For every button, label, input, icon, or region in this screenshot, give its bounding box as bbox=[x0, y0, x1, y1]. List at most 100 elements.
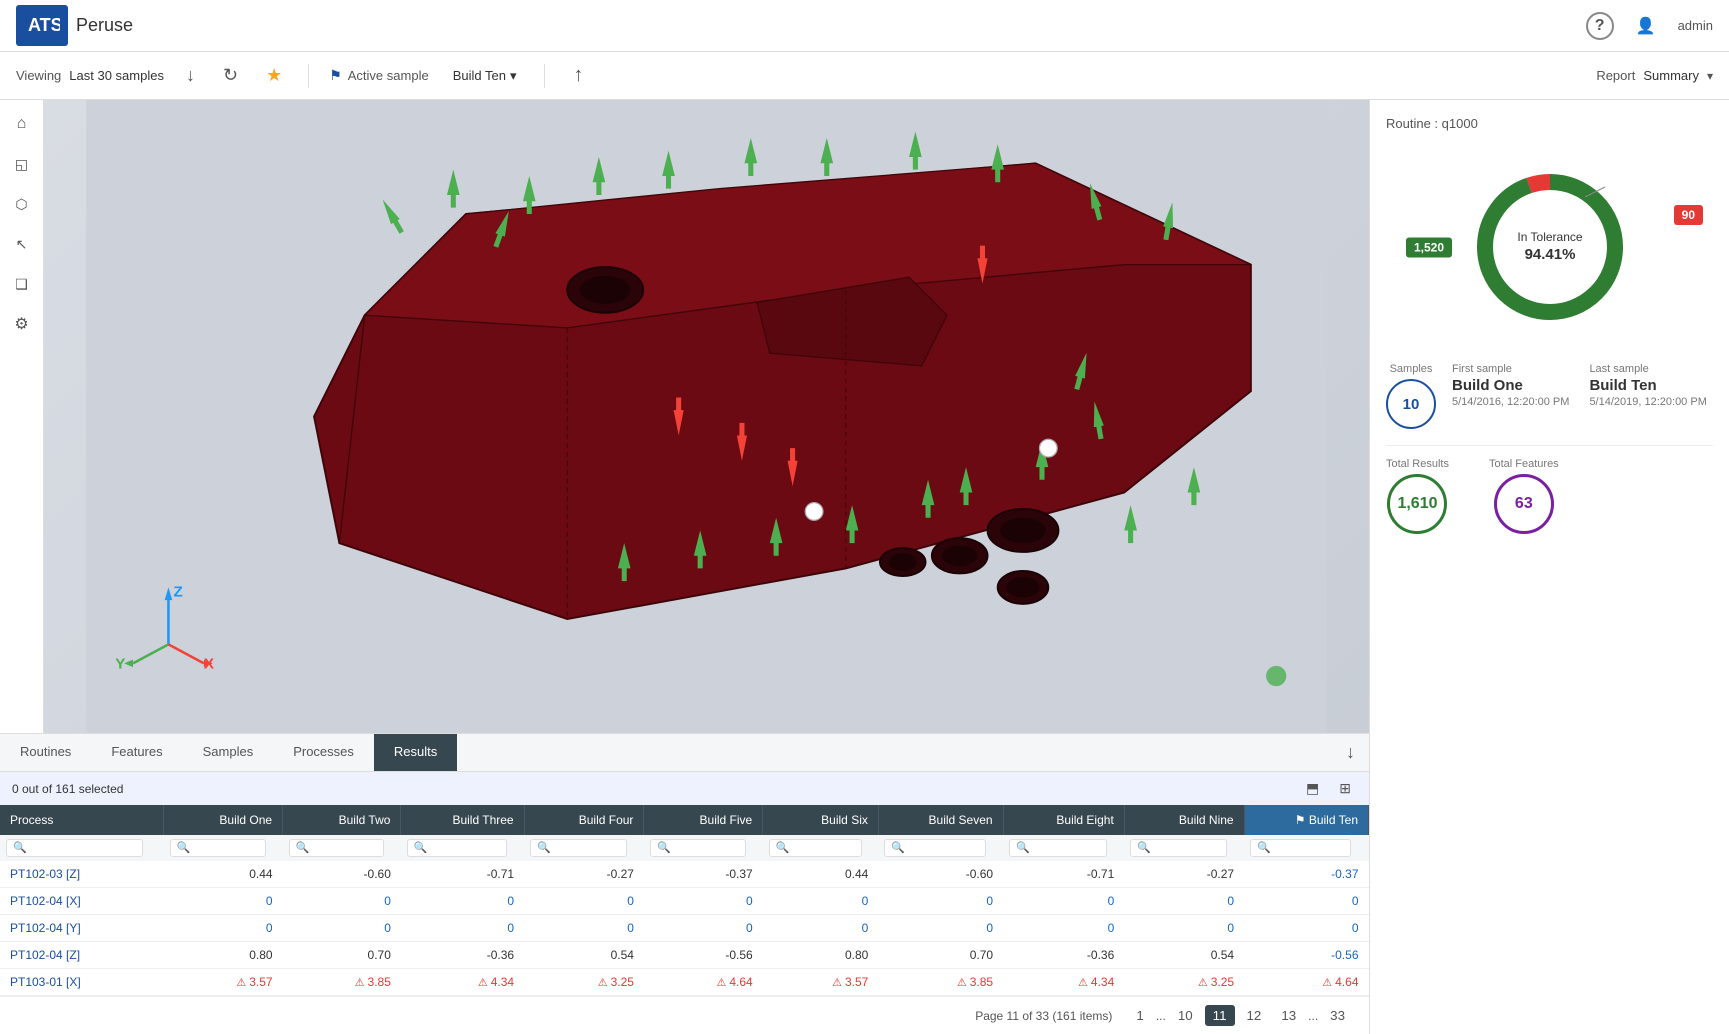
error-cell: ⚠4.64 bbox=[1254, 975, 1358, 989]
b8-search[interactable] bbox=[1009, 839, 1107, 857]
total-features-circle: 63 bbox=[1494, 474, 1554, 534]
viewing-value: Last 30 samples bbox=[69, 68, 164, 83]
cell-b6: ⚠3.57 bbox=[763, 969, 879, 996]
page-10-button[interactable]: 10 bbox=[1170, 1005, 1201, 1026]
logo-box: ATS bbox=[16, 5, 68, 46]
table-row: PT102-04 [Z] 0.80 0.70 -0.36 0.54 -0.56 … bbox=[0, 942, 1369, 969]
cell-b6: 0.44 bbox=[763, 861, 879, 888]
b5-search[interactable] bbox=[650, 839, 746, 857]
b1-search[interactable] bbox=[170, 839, 266, 857]
last-sample-stat: Last sample Build Ten 5/14/2019, 12:20:0… bbox=[1589, 363, 1706, 408]
cell-b4: 0 bbox=[524, 915, 644, 942]
home-view-button[interactable]: ⌂ bbox=[6, 108, 38, 140]
error-icon: ⚠ bbox=[236, 976, 246, 989]
cell-b8: -0.71 bbox=[1003, 861, 1124, 888]
measure-button[interactable]: ◱ bbox=[6, 148, 38, 180]
donut-svg: In Tolerance 94.41% bbox=[1470, 167, 1630, 327]
page-33-button[interactable]: 33 bbox=[1322, 1005, 1353, 1026]
viewing-label: Viewing bbox=[16, 68, 61, 83]
col-build-three: Build Three bbox=[401, 805, 524, 835]
b7-search[interactable] bbox=[884, 839, 985, 857]
total-results-item: Total Results 1,610 bbox=[1386, 458, 1449, 534]
b4-search[interactable] bbox=[530, 839, 627, 857]
copy-button[interactable]: ❑ bbox=[6, 268, 38, 300]
svg-text:X: X bbox=[204, 655, 214, 672]
total-results-label: Total Results bbox=[1386, 458, 1449, 470]
cell-b9: 0 bbox=[1124, 888, 1244, 915]
b6-search[interactable] bbox=[769, 839, 862, 857]
routine-label: Routine : q1000 bbox=[1386, 116, 1713, 131]
side-toolbar: ⌂ ◱ ⬡ ↖ ❑ ⚙ bbox=[0, 100, 44, 733]
tab-features[interactable]: Features bbox=[91, 734, 182, 771]
results-table: Process Build One Build Two Build Three … bbox=[0, 805, 1369, 996]
error-icon: ⚠ bbox=[957, 976, 967, 989]
page-1-button[interactable]: 1 bbox=[1128, 1005, 1151, 1026]
cell-b4: ⚠3.25 bbox=[524, 969, 644, 996]
toolbar-divider-2 bbox=[544, 64, 545, 88]
table-download-button[interactable]: ↓ bbox=[1340, 740, 1361, 765]
col-build-nine: Build Nine bbox=[1124, 805, 1244, 835]
b9-search[interactable] bbox=[1130, 839, 1227, 857]
upload-button[interactable]: ↑ bbox=[573, 64, 583, 87]
refresh-button[interactable]: ↻ bbox=[217, 63, 244, 88]
first-sample-date: 5/14/2016, 12:20:00 PM bbox=[1452, 396, 1569, 408]
error-icon: ⚠ bbox=[355, 976, 365, 989]
grid-button[interactable]: ⊞ bbox=[1333, 778, 1357, 799]
cell-b3: -0.71 bbox=[401, 861, 524, 888]
table-row: PT102-04 [X] 0 0 0 0 0 0 0 0 0 0 bbox=[0, 888, 1369, 915]
cell-b6: 0 bbox=[763, 915, 879, 942]
cell-b1: 0 bbox=[164, 888, 283, 915]
help-button[interactable]: ? bbox=[1586, 12, 1614, 40]
cell-process: PT102-04 [X] bbox=[0, 888, 164, 915]
cell-b7: 0 bbox=[878, 888, 1003, 915]
b2-search[interactable] bbox=[289, 839, 385, 857]
b10-search[interactable] bbox=[1250, 839, 1351, 857]
star-button[interactable]: ★ bbox=[260, 63, 288, 88]
cell-b8: 0 bbox=[1003, 888, 1124, 915]
report-section: Report Summary ▾ bbox=[1596, 68, 1713, 83]
error-cell: ⚠3.25 bbox=[1134, 975, 1234, 989]
process-search[interactable] bbox=[6, 839, 143, 857]
download-button[interactable]: ↓ bbox=[180, 63, 201, 88]
page-12-button[interactable]: 12 bbox=[1239, 1005, 1270, 1026]
error-icon: ⚠ bbox=[1198, 976, 1208, 989]
tab-samples[interactable]: Samples bbox=[183, 734, 274, 771]
b3-search[interactable] bbox=[407, 839, 507, 857]
cell-b4: 0 bbox=[524, 888, 644, 915]
user-button[interactable]: 👤 bbox=[1630, 14, 1662, 38]
col-build-two: Build Two bbox=[283, 805, 401, 835]
svg-text:ATS: ATS bbox=[28, 15, 60, 35]
cell-b9: 0.54 bbox=[1124, 942, 1244, 969]
cube-button[interactable]: ⬡ bbox=[6, 188, 38, 220]
error-cell: ⚠3.57 bbox=[174, 975, 273, 989]
error-icon: ⚠ bbox=[478, 976, 488, 989]
page-13-button[interactable]: 13 bbox=[1273, 1005, 1304, 1026]
page-11-button[interactable]: 11 bbox=[1205, 1005, 1235, 1026]
cell-b4: 0.54 bbox=[524, 942, 644, 969]
cursor-button[interactable]: ↖ bbox=[6, 228, 38, 260]
3d-model-svg: Z Y X bbox=[44, 100, 1369, 733]
tab-processes[interactable]: Processes bbox=[273, 734, 374, 771]
table-status: 0 out of 161 selected ⬒ ⊞ bbox=[0, 772, 1369, 805]
green-count: 1,520 bbox=[1406, 238, 1452, 258]
toolbar: Viewing Last 30 samples ↓ ↻ ★ ⚑ Active s… bbox=[0, 52, 1729, 100]
export-button[interactable]: ⬒ bbox=[1300, 778, 1325, 799]
toolbar-divider-1 bbox=[308, 64, 309, 88]
last-sample-name: Build Ten bbox=[1589, 377, 1706, 394]
cell-b1: ⚠3.57 bbox=[164, 969, 283, 996]
svg-text:Y: Y bbox=[115, 655, 125, 672]
viewport-area: ⌂ ◱ ⬡ ↖ ❑ ⚙ bbox=[0, 100, 1369, 1034]
tab-results[interactable]: Results bbox=[374, 734, 457, 771]
table-body: PT102-03 [Z] 0.44 -0.60 -0.71 -0.27 -0.3… bbox=[0, 861, 1369, 996]
cell-b9: ⚠3.25 bbox=[1124, 969, 1244, 996]
build-select[interactable]: Build Ten ▾ bbox=[445, 64, 525, 88]
table-row: PT102-04 [Y] 0 0 0 0 0 0 0 0 0 0 bbox=[0, 915, 1369, 942]
ellipsis-1: ... bbox=[1156, 1009, 1166, 1023]
settings-button[interactable]: ⚙ bbox=[6, 308, 38, 340]
cell-b9: 0 bbox=[1124, 915, 1244, 942]
tab-routines[interactable]: Routines bbox=[0, 734, 91, 771]
total-features-item: Total Features 63 bbox=[1489, 458, 1559, 534]
red-count: 90 bbox=[1674, 205, 1703, 225]
page-info: Page 11 of 33 (161 items) bbox=[975, 1009, 1112, 1023]
error-cell: ⚠3.25 bbox=[534, 975, 634, 989]
